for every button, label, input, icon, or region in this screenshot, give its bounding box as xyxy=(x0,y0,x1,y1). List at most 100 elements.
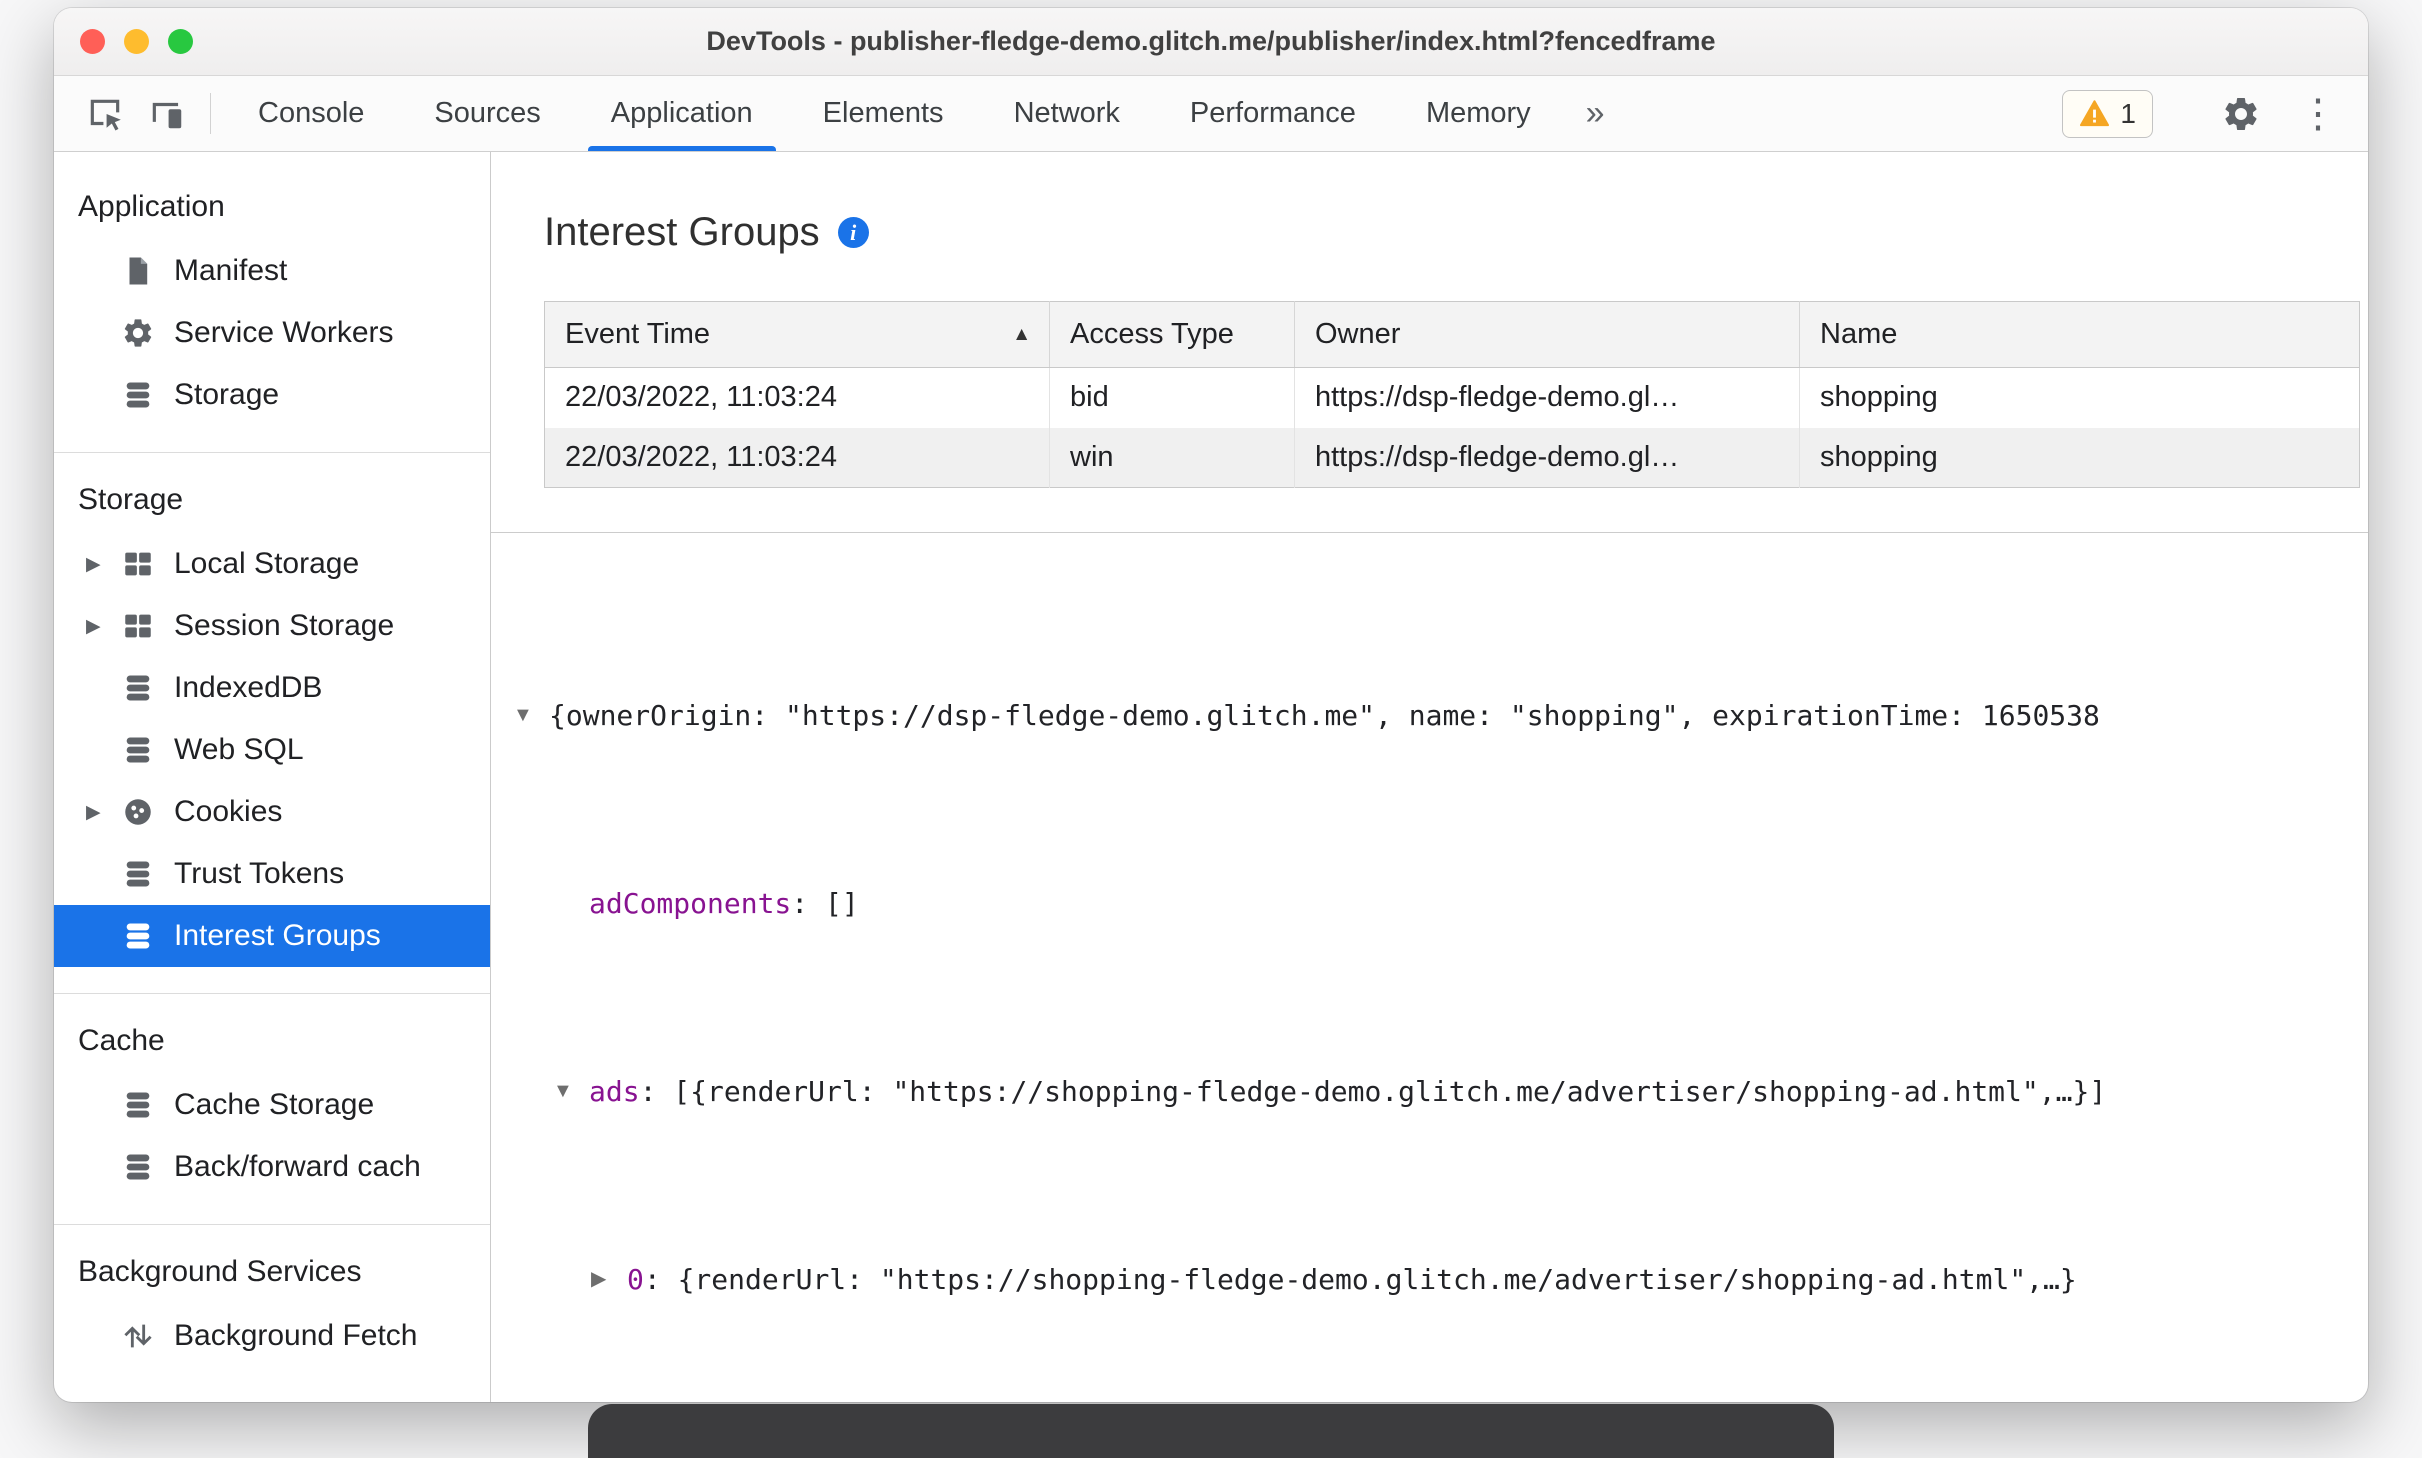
sidebar-item-manifest[interactable]: Manifest xyxy=(54,240,490,302)
cookie-icon xyxy=(120,794,156,830)
sidebar-item-label: Manifest xyxy=(174,254,288,287)
tree-value: {renderUrl: "https://shopping-fledge-dem… xyxy=(677,1263,2077,1296)
tree-colon: : xyxy=(639,1075,674,1108)
cell-access-type: bid xyxy=(1049,367,1295,428)
column-header-owner[interactable]: Owner xyxy=(1294,301,1800,368)
tree-key: 0 xyxy=(627,1263,644,1296)
sidebar-section-storage: Storage xyxy=(78,483,184,516)
tree-root-preview: {ownerOrigin: "https://dsp-fledge-demo.g… xyxy=(549,699,2100,732)
close-window-button[interactable] xyxy=(80,29,105,54)
caret-right-icon[interactable]: ▶ xyxy=(86,615,101,638)
column-label: Event Time xyxy=(565,318,711,350)
cell-name: shopping xyxy=(1799,427,2360,488)
tree-root[interactable]: ▼ {ownerOrigin: "https://dsp-fledge-demo.… xyxy=(513,692,2368,739)
sidebar-item-web-sql[interactable]: Web SQL xyxy=(54,719,490,781)
table-row[interactable]: 22/03/2022, 11:03:24 bid https://dsp-fle… xyxy=(544,367,2360,428)
info-glyph: i xyxy=(850,219,857,245)
sidebar-item-cache-storage[interactable]: Cache Storage xyxy=(54,1074,490,1136)
tree-entry-adComponents: adComponents: [] xyxy=(553,880,2368,927)
tree-value: [] xyxy=(825,887,859,920)
window-titlebar: DevTools - publisher-fledge-demo.glitch.… xyxy=(54,8,2368,76)
cell-name: shopping xyxy=(1799,367,2360,428)
column-label: Access Type xyxy=(1070,318,1234,350)
sidebar-section-background-services: Background Services xyxy=(78,1255,362,1288)
database-icon xyxy=(120,732,156,768)
devtools-content: Application Manifest Service Workers Sto… xyxy=(54,152,2368,1402)
sidebar-item-indexeddb[interactable]: IndexedDB xyxy=(54,657,490,719)
tab-console[interactable]: Console xyxy=(223,76,399,151)
panel-tabs: Console Sources Application Elements Net… xyxy=(223,76,1566,151)
info-icon[interactable]: i xyxy=(837,217,869,248)
column-header-access-type[interactable]: Access Type xyxy=(1049,301,1295,368)
sidebar-item-storage[interactable]: Storage xyxy=(54,364,490,426)
caret-down-icon[interactable]: ▼ xyxy=(513,692,549,739)
table-grid-icon xyxy=(120,546,156,582)
zoom-window-button[interactable] xyxy=(168,29,193,54)
caret-right-icon[interactable]: ▶ xyxy=(86,553,101,576)
tab-label: Performance xyxy=(1189,97,1356,129)
caret-down-icon[interactable]: ▼ xyxy=(553,1068,589,1115)
tab-network[interactable]: Network xyxy=(979,76,1155,151)
device-toolbar-icon[interactable] xyxy=(136,76,198,151)
application-sidebar: Application Manifest Service Workers Sto… xyxy=(54,152,491,1402)
database-icon xyxy=(120,377,156,413)
cell-access-type: win xyxy=(1049,427,1295,488)
sidebar-item-label: Back/forward cach xyxy=(174,1150,421,1183)
sidebar-item-interest-groups[interactable]: Interest Groups xyxy=(54,905,490,967)
interest-group-details-tree: ▼ {ownerOrigin: "https://dsp-fledge-demo.… xyxy=(491,532,2368,1402)
column-header-event-time[interactable]: Event Time ▲ xyxy=(544,301,1050,368)
page-title: Interest Groups i xyxy=(544,210,2368,255)
column-label: Owner xyxy=(1315,318,1401,350)
table-header-row: Event Time ▲ Access Type Owner Name xyxy=(544,301,2360,368)
sidebar-item-background-fetch[interactable]: Background Fetch xyxy=(54,1305,490,1367)
sidebar-item-local-storage[interactable]: ▶ Local Storage xyxy=(54,533,490,595)
sidebar-item-trust-tokens[interactable]: Trust Tokens xyxy=(54,843,490,905)
gear-icon xyxy=(120,315,156,351)
sidebar-item-back-forward-cache[interactable]: Back/forward cach xyxy=(54,1136,490,1198)
database-icon xyxy=(120,918,156,954)
traffic-lights xyxy=(80,29,193,54)
more-tabs-icon[interactable]: » xyxy=(1566,76,1625,151)
page-title-text: Interest Groups xyxy=(544,210,820,254)
sidebar-item-service-workers[interactable]: Service Workers xyxy=(54,302,490,364)
sidebar-item-session-storage[interactable]: ▶ Session Storage xyxy=(54,595,490,657)
tab-label: Console xyxy=(258,97,365,129)
inspect-element-icon[interactable] xyxy=(74,76,136,151)
minimize-window-button[interactable] xyxy=(124,29,149,54)
tree-entry-ads[interactable]: ▼ ads: [{renderUrl: "https://shopping-fle… xyxy=(553,1068,2368,1115)
window-title: DevTools - publisher-fledge-demo.glitch.… xyxy=(706,26,1716,56)
tab-performance[interactable]: Performance xyxy=(1155,76,1391,151)
settings-gear-icon[interactable] xyxy=(2210,94,2272,134)
sidebar-item-label: Local Storage xyxy=(174,547,360,580)
tree-key: adComponents xyxy=(589,887,792,920)
devtools-toolbar: Console Sources Application Elements Net… xyxy=(54,76,2368,152)
kebab-menu-icon[interactable]: ⋮ xyxy=(2288,91,2348,137)
table-grid-icon xyxy=(120,608,156,644)
tab-application[interactable]: Application xyxy=(576,76,788,151)
interest-groups-panel: Interest Groups i Event Time ▲ Access Typ… xyxy=(491,152,2368,1402)
sidebar-item-label: Session Storage xyxy=(174,609,395,642)
tree-value: [{renderUrl: "https://shopping-fledge-de… xyxy=(673,1075,2107,1108)
sidebar-section-cache: Cache xyxy=(78,1024,165,1057)
dock-bar xyxy=(588,1404,1834,1458)
tab-label: Memory xyxy=(1425,97,1531,129)
tree-entry-ads-0[interactable]: ▶ 0: {renderUrl: "https://shopping-fledge… xyxy=(591,1256,2368,1303)
sidebar-item-cookies[interactable]: ▶ Cookies xyxy=(54,781,490,843)
tab-sources[interactable]: Sources xyxy=(399,76,575,151)
warning-count: 1 xyxy=(2120,97,2136,129)
warnings-badge[interactable]: 1 xyxy=(2062,89,2153,138)
sidebar-item-label: Interest Groups xyxy=(174,919,381,952)
cell-event-time: 22/03/2022, 11:03:24 xyxy=(544,427,1050,488)
sidebar-item-label: Service Workers xyxy=(174,316,394,349)
warning-triangle-icon xyxy=(2080,100,2110,127)
tab-memory[interactable]: Memory xyxy=(1391,76,1566,151)
database-icon xyxy=(120,856,156,892)
caret-right-icon[interactable]: ▶ xyxy=(591,1256,627,1303)
column-header-name[interactable]: Name xyxy=(1799,301,2360,368)
toolbar-right: 1 ⋮ xyxy=(2062,76,2348,151)
caret-right-icon[interactable]: ▶ xyxy=(86,801,101,824)
tab-label: Sources xyxy=(434,97,541,129)
tab-elements[interactable]: Elements xyxy=(788,76,979,151)
table-row[interactable]: 22/03/2022, 11:03:24 win https://dsp-fle… xyxy=(544,427,2360,488)
sidebar-item-label: IndexedDB xyxy=(174,671,323,704)
